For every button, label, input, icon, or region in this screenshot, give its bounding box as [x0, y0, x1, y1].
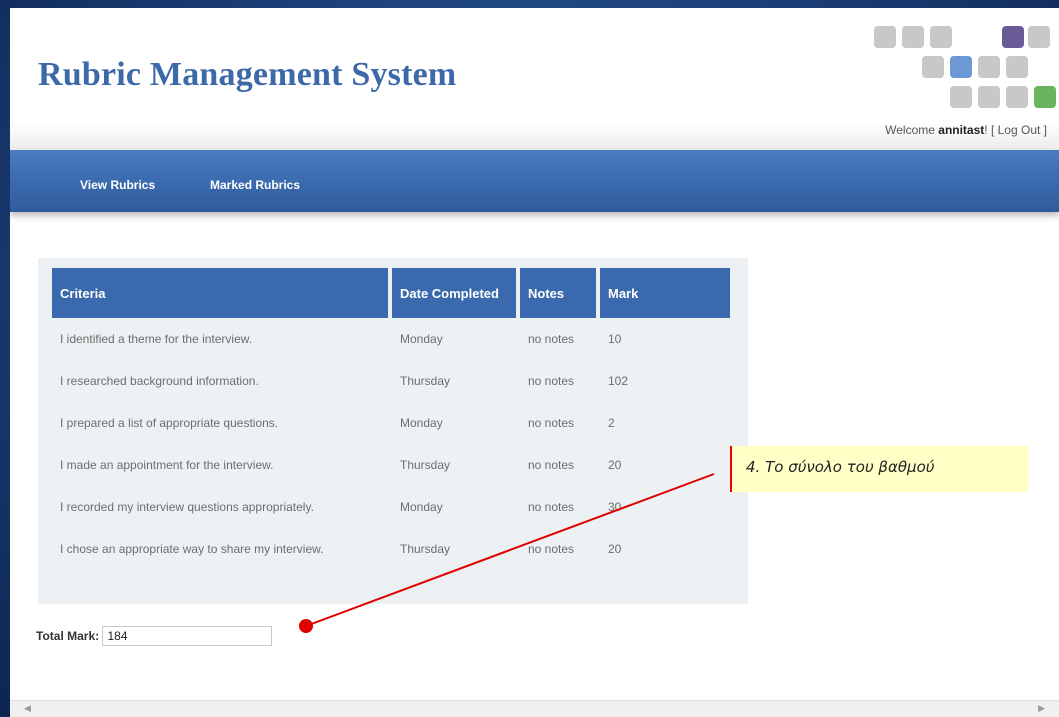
scroll-left-arrow-icon[interactable]: ◀: [24, 703, 31, 714]
welcome-end: ]: [1040, 123, 1047, 137]
date-cell: Thursday: [392, 528, 516, 570]
logo-square: [874, 26, 896, 48]
table-row: I researched background information. Thu…: [52, 360, 730, 402]
total-mark-field[interactable]: [102, 626, 273, 646]
total-mark-label: Total Mark:: [36, 629, 100, 643]
table-header-row: Criteria Date Completed Notes Mark: [52, 268, 730, 318]
mark-cell: 20: [600, 528, 730, 570]
notes-cell: no notes: [520, 528, 596, 570]
logo-square: [922, 56, 944, 78]
horizontal-scrollbar[interactable]: ◀ ▶: [10, 700, 1059, 717]
criteria-cell: I chose an appropriate way to share my i…: [52, 528, 388, 570]
criteria-cell: I identified a theme for the interview.: [52, 318, 388, 360]
date-cell: Monday: [392, 486, 516, 528]
logo-square: [1028, 26, 1050, 48]
logo-square: [978, 86, 1000, 108]
date-cell: Thursday: [392, 444, 516, 486]
mark-cell: 30: [600, 486, 730, 528]
logo-square: [1002, 26, 1024, 48]
nav-marked-rubrics[interactable]: Marked Rubrics: [210, 178, 300, 192]
rubric-table-panel: Criteria Date Completed Notes Mark I ide…: [38, 258, 748, 604]
welcome-message: Welcome annitast! [ Log Out ]: [885, 123, 1047, 137]
column-header-criteria: Criteria: [52, 268, 388, 318]
date-cell: Thursday: [392, 360, 516, 402]
welcome-suffix: ! [: [984, 123, 998, 137]
notes-cell: no notes: [520, 360, 596, 402]
scroll-right-arrow-icon[interactable]: ▶: [1038, 703, 1045, 714]
logo-square: [950, 56, 972, 78]
logo-square: [1006, 56, 1028, 78]
page-header: Rubric Management System Welcome annitas…: [10, 8, 1059, 150]
logo-square: [902, 26, 924, 48]
criteria-cell: I researched background information.: [52, 360, 388, 402]
mark-cell: 102: [600, 360, 730, 402]
criteria-cell: I made an appointment for the interview.: [52, 444, 388, 486]
username: annitast: [938, 123, 985, 137]
logo-grid: [874, 26, 1056, 110]
logo-square: [978, 56, 1000, 78]
logo-square: [1006, 86, 1028, 108]
mark-cell: 20: [600, 444, 730, 486]
table-row: I chose an appropriate way to share my i…: [52, 528, 730, 570]
table-row: I recorded my interview questions approp…: [52, 486, 730, 528]
logo-square: [930, 26, 952, 48]
total-mark-row: Total Mark:: [36, 626, 273, 646]
browser-page: Rubric Management System Welcome annitas…: [10, 8, 1059, 716]
notes-cell: no notes: [520, 318, 596, 360]
table-row: I prepared a list of appropriate questio…: [52, 402, 730, 444]
mark-cell: 10: [600, 318, 730, 360]
column-header-date-completed: Date Completed: [392, 268, 516, 318]
annotation-callout: 4. Το σύνολο του βαθμού: [730, 446, 1028, 492]
rubric-table: Criteria Date Completed Notes Mark I ide…: [48, 268, 734, 570]
annotation-text: 4. Το σύνολο του βαθμού: [746, 458, 935, 476]
table-row: I identified a theme for the interview. …: [52, 318, 730, 360]
table-row: I made an appointment for the interview.…: [52, 444, 730, 486]
welcome-prefix: Welcome: [885, 123, 939, 137]
criteria-cell: I recorded my interview questions approp…: [52, 486, 388, 528]
date-cell: Monday: [392, 318, 516, 360]
date-cell: Monday: [392, 402, 516, 444]
mark-cell: 2: [600, 402, 730, 444]
criteria-cell: I prepared a list of appropriate questio…: [52, 402, 388, 444]
logo-square: [1034, 86, 1056, 108]
notes-cell: no notes: [520, 444, 596, 486]
app-title: Rubric Management System: [38, 56, 457, 93]
notes-cell: no notes: [520, 486, 596, 528]
column-header-mark: Mark: [600, 268, 730, 318]
main-nav: View Rubrics Marked Rubrics: [10, 150, 1059, 212]
column-header-notes: Notes: [520, 268, 596, 318]
logo-square: [950, 86, 972, 108]
logout-link[interactable]: Log Out: [998, 123, 1041, 137]
nav-view-rubrics[interactable]: View Rubrics: [80, 178, 155, 192]
notes-cell: no notes: [520, 402, 596, 444]
